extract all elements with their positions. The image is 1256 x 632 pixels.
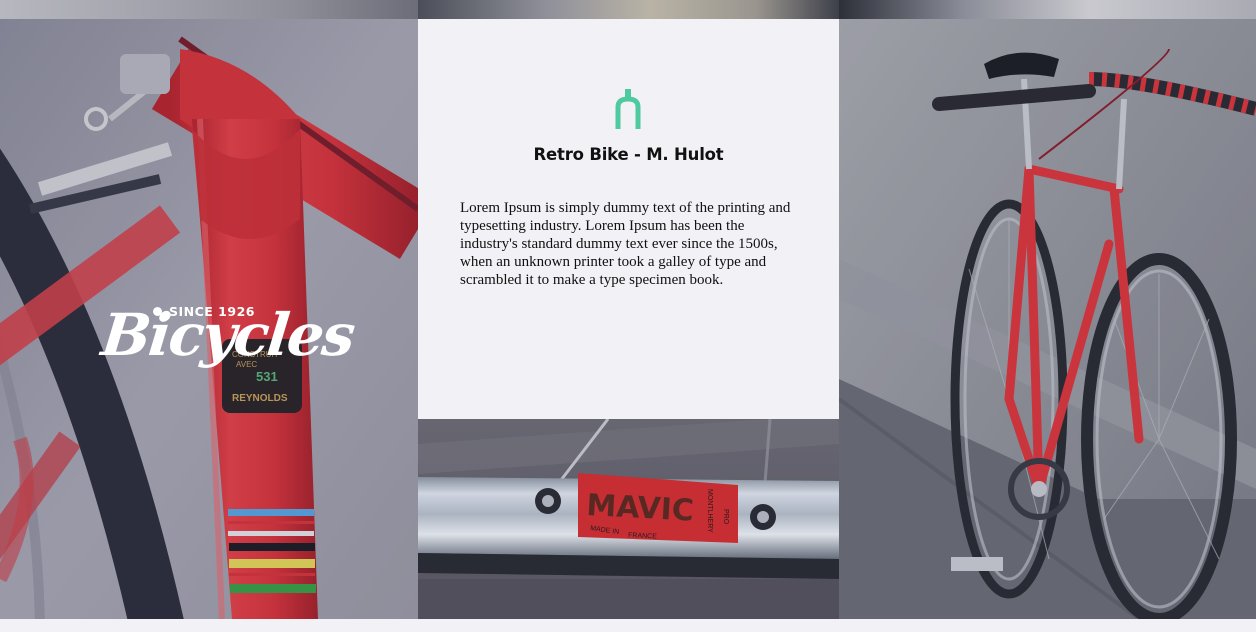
top-photo-right <box>839 0 1256 19</box>
bicycles-logo[interactable]: SINCE 1926 Bicycles <box>98 301 356 383</box>
bike-fork-icon <box>615 89 641 129</box>
top-photo-middle <box>418 0 839 19</box>
bicycle-frame-photo[interactable]: CONSTRUIT AVEC 531 REYNOLDS SINCE 1926 B… <box>0 19 418 619</box>
top-photo-left <box>0 0 418 19</box>
top-photo-strip <box>0 0 1256 19</box>
product-description: Lorem Ipsum is simply dummy text of the … <box>460 200 791 288</box>
product-title: Retro Bike - M. Hulot <box>533 145 724 164</box>
red-bicycle-photo[interactable] <box>839 19 1256 619</box>
page-bottom-gutter <box>0 619 1256 632</box>
logo-wordmark: Bicycles <box>98 301 357 369</box>
mavic-rim-photo[interactable]: MAVIC MADE IN FRANCE MONTLHERY PRO <box>418 419 839 619</box>
full-bike-image <box>839 19 1256 619</box>
rim-closeup-image: MAVIC MADE IN FRANCE MONTLHERY PRO <box>418 419 839 619</box>
product-info-panel: Retro Bike - M. Hulot Lorem Ipsum is sim… <box>418 19 839 419</box>
